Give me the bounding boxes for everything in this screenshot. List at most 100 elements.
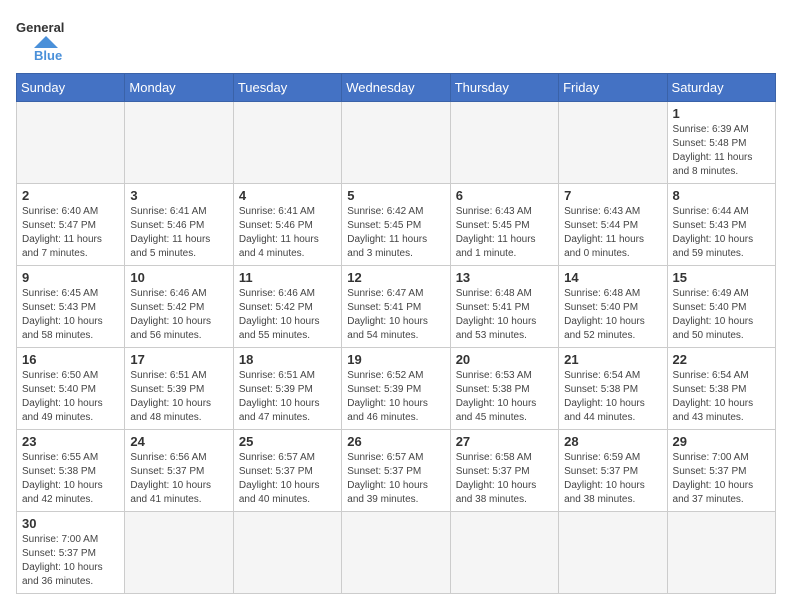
table-cell [125, 102, 233, 184]
cell-sun-info: Sunrise: 6:41 AM Sunset: 5:46 PM Dayligh… [239, 205, 336, 261]
cell-sun-info: Sunrise: 6:59 AM Sunset: 5:37 PM Dayligh… [564, 451, 661, 507]
table-cell: 15 Sunrise: 6:49 AM Sunset: 5:40 PM Dayli… [667, 266, 775, 348]
table-cell: 18Sunrise: 6:51 AM Sunset: 5:39 PM Dayli… [233, 348, 341, 430]
table-cell: 28 Sunrise: 6:59 AM Sunset: 5:37 PM Dayli… [559, 430, 667, 512]
table-cell: 16 Sunrise: 6:50 AM Sunset: 5:40 PM Dayli… [17, 348, 125, 430]
table-cell: 26 Sunrise: 6:57 AM Sunset: 5:37 PM Dayli… [342, 430, 450, 512]
table-cell: 22 Sunrise: 6:54 AM Sunset: 5:38 PM Dayli… [667, 348, 775, 430]
cell-sun-info: Sunrise: 6:51 AM Sunset: 5:39 PM Dayligh… [130, 369, 227, 425]
day-number: 4 [239, 188, 336, 203]
cell-sun-info: Sunrise: 6:55 AM Sunset: 5:38 PM Dayligh… [22, 451, 119, 507]
calendar-week-3: 9 Sunrise: 6:45 AM Sunset: 5:43 PM Daylig… [17, 266, 776, 348]
table-cell: 9 Sunrise: 6:45 AM Sunset: 5:43 PM Daylig… [17, 266, 125, 348]
day-number: 27 [456, 434, 553, 449]
table-cell: 29 Sunrise: 7:00 AM Sunset: 5:37 PM Dayli… [667, 430, 775, 512]
day-number: 10 [130, 270, 227, 285]
cell-sun-info: Sunrise: 6:54 AM Sunset: 5:38 PM Dayligh… [673, 369, 770, 425]
calendar-week-6: 30Sunrise: 7:00 AM Sunset: 5:37 PM Dayli… [17, 512, 776, 594]
cell-sun-info: Sunrise: 6:58 AM Sunset: 5:37 PM Dayligh… [456, 451, 553, 507]
day-number: 22 [673, 352, 770, 367]
header-sunday: Sunday [17, 74, 125, 102]
cell-sun-info: Sunrise: 6:41 AM Sunset: 5:46 PM Dayligh… [130, 205, 227, 261]
table-cell: 1Sunrise: 6:39 AM Sunset: 5:48 PM Daylig… [667, 102, 775, 184]
cell-sun-info: Sunrise: 6:48 AM Sunset: 5:40 PM Dayligh… [564, 287, 661, 343]
table-cell [342, 512, 450, 594]
table-cell: 3 Sunrise: 6:41 AM Sunset: 5:46 PM Daylig… [125, 184, 233, 266]
cell-sun-info: Sunrise: 6:54 AM Sunset: 5:38 PM Dayligh… [564, 369, 661, 425]
table-cell: 7Sunrise: 6:43 AM Sunset: 5:44 PM Daylig… [559, 184, 667, 266]
table-cell: 14Sunrise: 6:48 AM Sunset: 5:40 PM Dayli… [559, 266, 667, 348]
day-number: 15 [673, 270, 770, 285]
table-cell [667, 512, 775, 594]
day-number: 9 [22, 270, 119, 285]
table-cell [450, 512, 558, 594]
table-cell [17, 102, 125, 184]
calendar-week-4: 16 Sunrise: 6:50 AM Sunset: 5:40 PM Dayli… [17, 348, 776, 430]
day-number: 5 [347, 188, 444, 203]
day-number: 7 [564, 188, 661, 203]
day-number: 3 [130, 188, 227, 203]
day-number: 16 [22, 352, 119, 367]
cell-sun-info: Sunrise: 6:51 AM Sunset: 5:39 PM Dayligh… [239, 369, 336, 425]
cell-sun-info: Sunrise: 6:39 AM Sunset: 5:48 PM Dayligh… [673, 123, 770, 179]
header-tuesday: Tuesday [233, 74, 341, 102]
header-thursday: Thursday [450, 74, 558, 102]
table-cell: 5 Sunrise: 6:42 AM Sunset: 5:45 PM Daylig… [342, 184, 450, 266]
cell-sun-info: Sunrise: 6:56 AM Sunset: 5:37 PM Dayligh… [130, 451, 227, 507]
table-cell: 30Sunrise: 7:00 AM Sunset: 5:37 PM Dayli… [17, 512, 125, 594]
day-number: 29 [673, 434, 770, 449]
table-cell [233, 512, 341, 594]
cell-sun-info: Sunrise: 6:47 AM Sunset: 5:41 PM Dayligh… [347, 287, 444, 343]
day-number: 11 [239, 270, 336, 285]
cell-sun-info: Sunrise: 6:48 AM Sunset: 5:41 PM Dayligh… [456, 287, 553, 343]
table-cell: 10 Sunrise: 6:46 AM Sunset: 5:42 PM Dayli… [125, 266, 233, 348]
cell-sun-info: Sunrise: 6:46 AM Sunset: 5:42 PM Dayligh… [130, 287, 227, 343]
day-number: 20 [456, 352, 553, 367]
table-cell [342, 102, 450, 184]
calendar: Sunday Monday Tuesday Wednesday Thursday… [16, 73, 776, 594]
table-cell: 8Sunrise: 6:44 AM Sunset: 5:43 PM Daylig… [667, 184, 775, 266]
cell-sun-info: Sunrise: 6:45 AM Sunset: 5:43 PM Dayligh… [22, 287, 119, 343]
table-cell [125, 512, 233, 594]
table-cell: 2Sunrise: 6:40 AM Sunset: 5:47 PM Daylig… [17, 184, 125, 266]
table-cell: 24 Sunrise: 6:56 AM Sunset: 5:37 PM Dayli… [125, 430, 233, 512]
table-cell: 6Sunrise: 6:43 AM Sunset: 5:45 PM Daylig… [450, 184, 558, 266]
cell-sun-info: Sunrise: 6:49 AM Sunset: 5:40 PM Dayligh… [673, 287, 770, 343]
calendar-week-1: 1Sunrise: 6:39 AM Sunset: 5:48 PM Daylig… [17, 102, 776, 184]
table-cell: 21 Sunrise: 6:54 AM Sunset: 5:38 PM Dayli… [559, 348, 667, 430]
table-cell [559, 102, 667, 184]
table-cell: 11Sunrise: 6:46 AM Sunset: 5:42 PM Dayli… [233, 266, 341, 348]
calendar-week-2: 2Sunrise: 6:40 AM Sunset: 5:47 PM Daylig… [17, 184, 776, 266]
cell-sun-info: Sunrise: 6:44 AM Sunset: 5:43 PM Dayligh… [673, 205, 770, 261]
day-number: 25 [239, 434, 336, 449]
header-friday: Friday [559, 74, 667, 102]
cell-sun-info: Sunrise: 6:50 AM Sunset: 5:40 PM Dayligh… [22, 369, 119, 425]
table-cell: 13 Sunrise: 6:48 AM Sunset: 5:41 PM Dayli… [450, 266, 558, 348]
cell-sun-info: Sunrise: 6:52 AM Sunset: 5:39 PM Dayligh… [347, 369, 444, 425]
day-number: 19 [347, 352, 444, 367]
cell-sun-info: Sunrise: 6:57 AM Sunset: 5:37 PM Dayligh… [239, 451, 336, 507]
logo: General Blue [16, 16, 86, 61]
table-cell: 20Sunrise: 6:53 AM Sunset: 5:38 PM Dayli… [450, 348, 558, 430]
table-cell: 4 Sunrise: 6:41 AM Sunset: 5:46 PM Daylig… [233, 184, 341, 266]
day-number: 30 [22, 516, 119, 531]
day-number: 26 [347, 434, 444, 449]
table-cell: 12Sunrise: 6:47 AM Sunset: 5:41 PM Dayli… [342, 266, 450, 348]
header-wednesday: Wednesday [342, 74, 450, 102]
logo-svg: General Blue [16, 16, 86, 61]
table-cell: 25 Sunrise: 6:57 AM Sunset: 5:37 PM Dayli… [233, 430, 341, 512]
day-number: 28 [564, 434, 661, 449]
cell-sun-info: Sunrise: 6:43 AM Sunset: 5:45 PM Dayligh… [456, 205, 553, 261]
table-cell: 17Sunrise: 6:51 AM Sunset: 5:39 PM Dayli… [125, 348, 233, 430]
cell-sun-info: Sunrise: 7:00 AM Sunset: 5:37 PM Dayligh… [673, 451, 770, 507]
day-number: 13 [456, 270, 553, 285]
cell-sun-info: Sunrise: 6:42 AM Sunset: 5:45 PM Dayligh… [347, 205, 444, 261]
day-number: 24 [130, 434, 227, 449]
day-number: 21 [564, 352, 661, 367]
header-monday: Monday [125, 74, 233, 102]
table-cell: 19 Sunrise: 6:52 AM Sunset: 5:39 PM Dayli… [342, 348, 450, 430]
svg-text:General: General [16, 20, 64, 35]
header-saturday: Saturday [667, 74, 775, 102]
table-cell [233, 102, 341, 184]
cell-sun-info: Sunrise: 6:57 AM Sunset: 5:37 PM Dayligh… [347, 451, 444, 507]
